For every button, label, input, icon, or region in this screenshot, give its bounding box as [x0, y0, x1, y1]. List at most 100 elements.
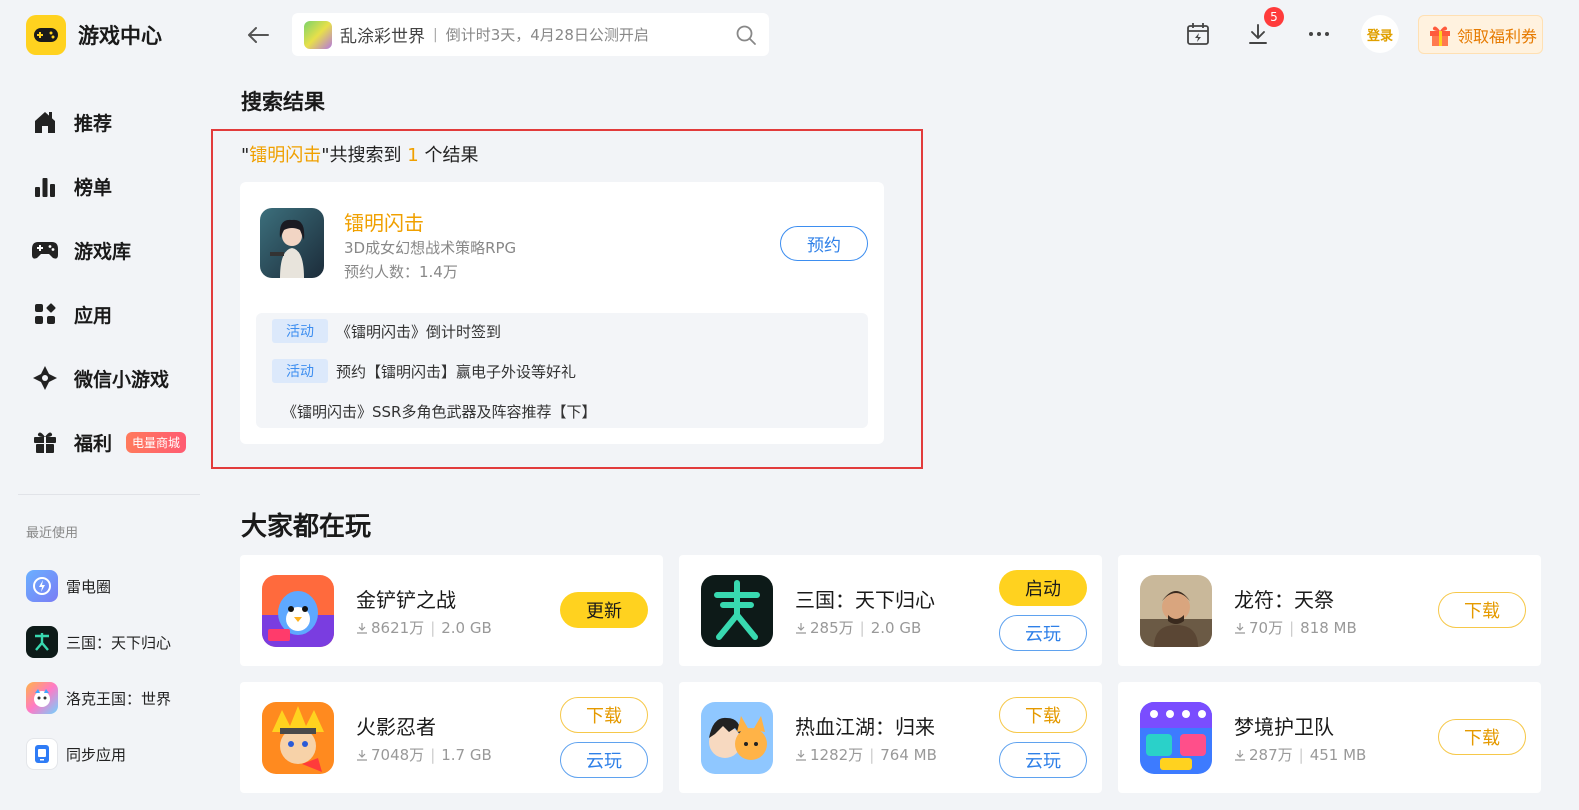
claim-coupon-label: 领取福利券 — [1457, 26, 1538, 46]
search-bar[interactable]: 乱涂彩世界 | 倒计时3天，4月28日公测开启 — [292, 13, 769, 56]
search-hint: 倒计时3天，4月28日公测开启 — [445, 26, 649, 44]
game-name: 梦境护卫队 — [1234, 715, 1334, 739]
popular-games-title: 大家都在玩 — [241, 512, 372, 542]
guide-item[interactable]: 《镭明闪击》SSR多角色武器及阵容推荐【下】 — [282, 401, 596, 422]
cloud-play-button[interactable]: 云玩 — [560, 742, 648, 778]
recent-item-roco-kingdom[interactable]: 洛克王国：世界 — [26, 670, 171, 726]
game-name: 龙符：天祭 — [1234, 588, 1334, 612]
recent-item-sanguo[interactable]: 三国：天下归心 — [26, 614, 171, 670]
sanguo-app-icon — [26, 626, 58, 658]
activity-item[interactable]: 活动 《镭明闪击》倒计时签到 — [272, 319, 501, 343]
cloud-play-button[interactable]: 云玩 — [999, 615, 1087, 651]
sidebar-item-label: 榜单 — [74, 176, 113, 199]
download-button[interactable]: 下载 — [999, 697, 1087, 733]
sidebar-nav: 推荐 榜单 游戏库 应用 微信小游戏 福利 电量商城 — [30, 90, 187, 474]
featured-game-icon — [304, 20, 332, 49]
recent-list: 雷电圈 三国：天下归心 洛克王国：世界 同步应用 — [26, 558, 171, 782]
game-card-dream-guard[interactable]: 梦境护卫队 287万 | 451 MB 下载 — [1118, 682, 1541, 793]
download-count-icon — [796, 622, 806, 634]
dream-guard-game-icon — [1140, 702, 1212, 774]
search-featured-game: 乱涂彩世界 — [340, 27, 425, 47]
recent-item-sync-apps[interactable]: 同步应用 — [26, 726, 171, 782]
sidebar-item-ranking[interactable]: 榜单 — [30, 154, 186, 218]
cloud-play-button[interactable]: 云玩 — [999, 742, 1087, 778]
sanguo-game-icon — [701, 575, 773, 647]
summary-keyword: 镭明闪击 — [249, 145, 322, 166]
game-card-naruto[interactable]: 火影忍者 7048万 | 1.7 GB 下载 云玩 — [240, 682, 663, 793]
activity-list: 活动 《镭明闪击》倒计时签到 活动 预约【镭明闪击】赢电子外设等好礼 《镭明闪击… — [256, 313, 868, 428]
rexue-game-icon — [701, 702, 773, 774]
game-size: 451 MB — [1309, 745, 1367, 764]
guide-text: 《镭明闪击》SSR多角色武器及阵容推荐【下】 — [282, 403, 597, 421]
recent-item-leidian-circle[interactable]: 雷电圈 — [26, 558, 171, 614]
summary-tail: 个结果 — [418, 145, 479, 166]
game-card-sanguo[interactable]: 三国：天下归心 285万 | 2.0 GB 启动 云玩 — [679, 555, 1102, 666]
app-logo[interactable]: 游戏中心 — [26, 15, 162, 55]
recent-item-label: 同步应用 — [66, 745, 127, 764]
longfu-game-icon — [1140, 575, 1212, 647]
download-count-icon — [1235, 622, 1245, 634]
result-game-desc: 3D成女幻想战术策略RPG — [344, 239, 517, 257]
download-count-icon — [1235, 749, 1245, 761]
game-size: 2.0 GB — [441, 618, 492, 637]
naruto-game-icon — [262, 702, 334, 774]
game-card-jinchanchan[interactable]: 金铲铲之战 8621万 | 2.0 GB 更新 — [240, 555, 663, 666]
back-button[interactable] — [244, 22, 272, 48]
ranking-icon — [30, 171, 60, 201]
game-card-rexue[interactable]: 热血江湖：归来 1282万 | 764 MB 下载 云玩 — [679, 682, 1102, 793]
power-mall-badge: 电量商城 — [126, 431, 187, 453]
leiming-game-icon[interactable] — [260, 208, 324, 278]
recent-item-label: 洛克王国：世界 — [66, 689, 172, 708]
sidebar-item-game-library[interactable]: 游戏库 — [30, 218, 186, 282]
download-button[interactable]: 下载 — [1438, 592, 1526, 628]
calendar-icon[interactable] — [1184, 20, 1212, 48]
game-meta: 1282万 | 764 MB — [795, 744, 937, 765]
sidebar-item-welfare[interactable]: 福利 电量商城 — [30, 410, 187, 474]
sidebar-item-label: 应用 — [74, 304, 113, 327]
activity-item[interactable]: 活动 预约【镭明闪击】赢电子外设等好礼 — [272, 359, 576, 383]
sidebar-item-recommend[interactable]: 推荐 — [30, 90, 186, 154]
sidebar: 游戏中心 推荐 榜单 游戏库 应用 微信小游戏 福利 电量商城 最近使用 雷电圈… — [0, 0, 210, 810]
claim-coupon-button[interactable]: 领取福利券 — [1418, 15, 1543, 54]
sidebar-item-label: 福利 — [74, 432, 113, 455]
apps-icon — [30, 299, 60, 329]
download-button[interactable]: 下载 — [1438, 719, 1526, 755]
login-button[interactable]: 登录 — [1361, 15, 1399, 53]
game-meta: 285万 | 2.0 GB — [795, 617, 921, 638]
game-downloads: 1282万 — [810, 746, 864, 764]
more-icon[interactable] — [1305, 20, 1333, 48]
gift-icon — [30, 427, 60, 457]
sidebar-item-apps[interactable]: 应用 — [30, 282, 186, 346]
game-size: 764 MB — [880, 745, 937, 764]
game-downloads: 7048万 — [371, 746, 425, 764]
game-meta: 70万 | 818 MB — [1234, 617, 1357, 638]
result-game-name[interactable]: 镭明闪击 — [344, 207, 424, 236]
gift-box-icon — [1430, 26, 1450, 46]
sidebar-item-wechat-games[interactable]: 微信小游戏 — [30, 346, 186, 410]
game-size: 1.7 GB — [441, 745, 492, 764]
download-button[interactable]: 下载 — [560, 697, 648, 733]
game-name: 火影忍者 — [356, 715, 436, 739]
download-count-icon — [357, 622, 367, 634]
activity-tag: 活动 — [272, 319, 328, 343]
sync-app-icon — [26, 738, 58, 770]
search-separator: | — [433, 26, 438, 43]
search-icon[interactable] — [735, 24, 757, 50]
app-title: 游戏中心 — [78, 24, 162, 48]
game-meta: 287万 | 451 MB — [1234, 744, 1366, 765]
recent-title: 最近使用 — [26, 526, 79, 541]
jinchanchan-game-icon — [262, 575, 334, 647]
result-card[interactable]: 镭明闪击 3D成女幻想战术策略RPG 预约人数：1.4万 预约 活动 《镭明闪击… — [240, 182, 884, 444]
reserve-button[interactable]: 预约 — [780, 226, 868, 261]
update-button[interactable]: 更新 — [560, 592, 648, 628]
sidebar-item-label: 游戏库 — [74, 240, 132, 263]
game-downloads: 285万 — [810, 619, 854, 637]
activity-text: 预约【镭明闪击】赢电子外设等好礼 — [336, 362, 577, 381]
activity-text: 《镭明闪击》倒计时签到 — [336, 322, 502, 341]
game-downloads: 287万 — [1249, 746, 1293, 764]
game-card-longfu[interactable]: 龙符：天祭 70万 | 818 MB 下载 — [1118, 555, 1541, 666]
launch-button[interactable]: 启动 — [999, 570, 1087, 606]
summary-middle: "共搜索到 — [321, 145, 408, 166]
arrow-left-icon — [248, 27, 269, 43]
sidebar-item-label: 微信小游戏 — [74, 368, 170, 391]
